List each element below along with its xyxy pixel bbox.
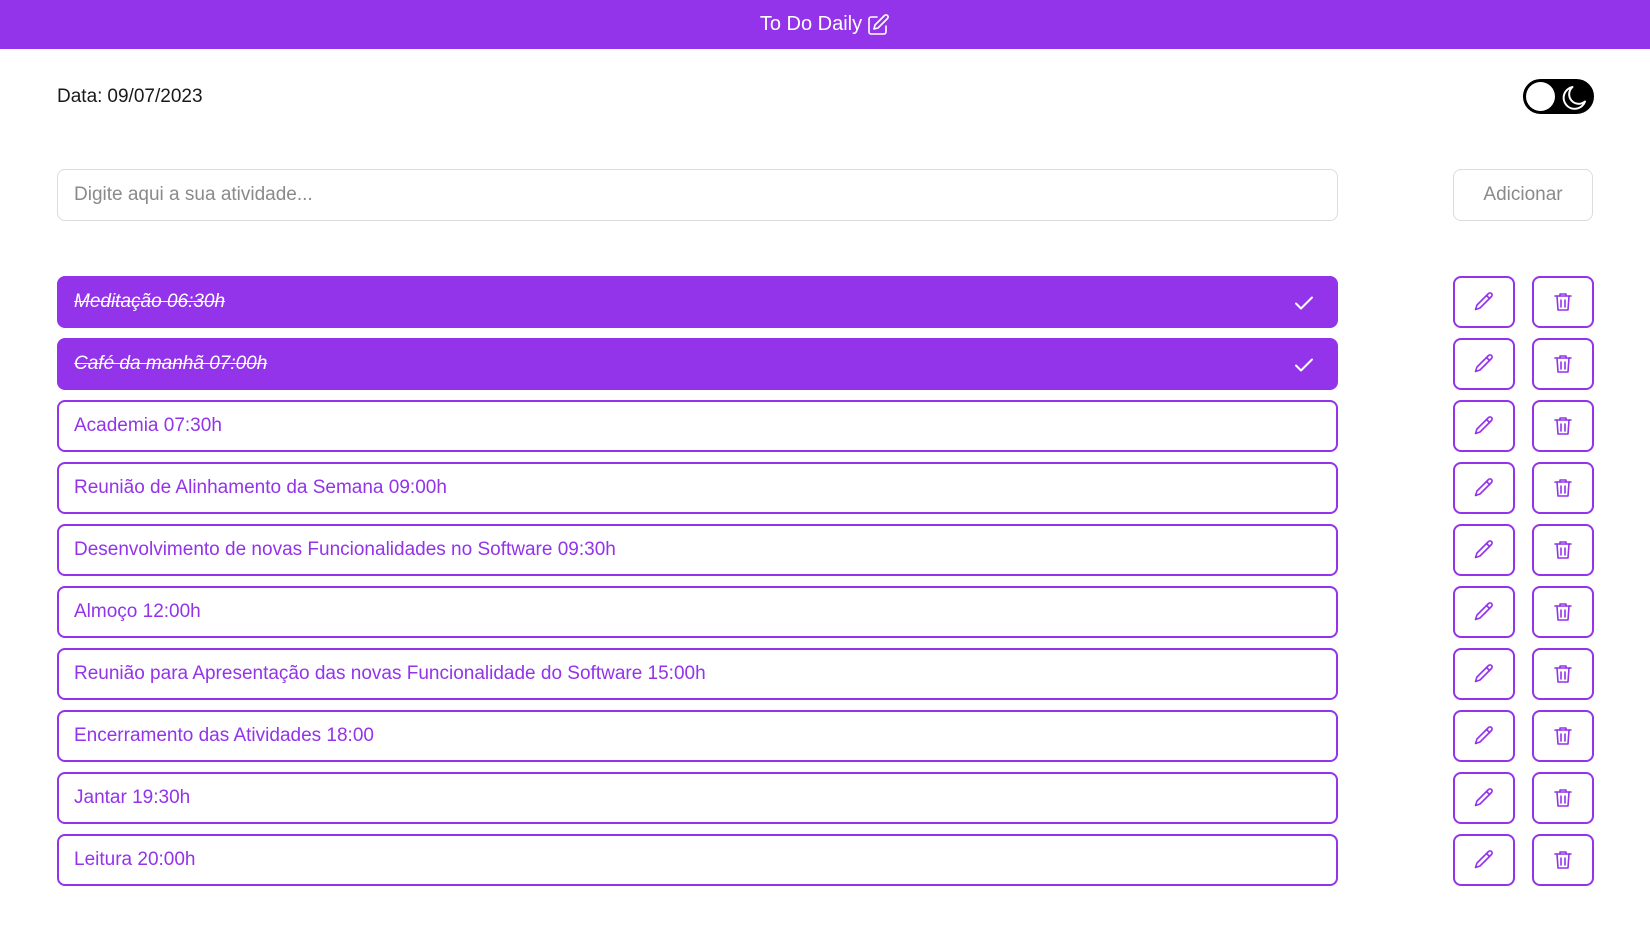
task-text: Almoço 12:00h bbox=[74, 601, 201, 622]
task-row: Reunião para Apresentação das novas Func… bbox=[57, 648, 1594, 700]
pencil-icon bbox=[1472, 600, 1496, 624]
task-text: Academia 07:30h bbox=[74, 415, 222, 436]
task-row: Leitura 20:00h bbox=[57, 834, 1594, 886]
pencil-icon bbox=[1472, 848, 1496, 872]
delete-task-button[interactable] bbox=[1532, 710, 1594, 762]
task-item[interactable]: Reunião para Apresentação das novas Func… bbox=[57, 648, 1338, 700]
task-item[interactable]: Desenvolvimento de novas Funcionalidades… bbox=[57, 524, 1338, 576]
task-row: Reunião de Alinhamento da Semana 09:00h bbox=[57, 462, 1594, 514]
delete-task-button[interactable] bbox=[1532, 462, 1594, 514]
app-title: To Do Daily bbox=[759, 13, 863, 35]
pencil-square-icon bbox=[866, 13, 890, 37]
date-label: Data: bbox=[57, 86, 103, 107]
trash-icon bbox=[1551, 414, 1575, 438]
delete-task-button[interactable] bbox=[1532, 772, 1594, 824]
trash-icon bbox=[1551, 600, 1575, 624]
delete-task-button[interactable] bbox=[1532, 834, 1594, 886]
edit-task-button[interactable] bbox=[1453, 524, 1515, 576]
trash-icon bbox=[1551, 848, 1575, 872]
edit-task-button[interactable] bbox=[1453, 462, 1515, 514]
task-item[interactable]: Almoço 12:00h bbox=[57, 586, 1338, 638]
delete-task-button[interactable] bbox=[1532, 586, 1594, 638]
add-task-button[interactable]: Adicionar bbox=[1453, 169, 1593, 221]
pencil-icon bbox=[1472, 352, 1496, 376]
edit-task-button[interactable] bbox=[1453, 276, 1515, 328]
pencil-icon bbox=[1472, 724, 1496, 748]
trash-icon bbox=[1551, 786, 1575, 810]
edit-task-button[interactable] bbox=[1453, 834, 1515, 886]
delete-task-button[interactable] bbox=[1532, 648, 1594, 700]
task-item[interactable]: Jantar 19:30h bbox=[57, 772, 1338, 824]
task-text: Desenvolvimento de novas Funcionalidades… bbox=[74, 539, 616, 560]
task-input[interactable] bbox=[57, 169, 1338, 221]
moon-icon bbox=[1562, 86, 1586, 110]
task-row: Encerramento das Atividades 18:00 bbox=[57, 710, 1594, 762]
check-icon bbox=[1292, 291, 1316, 315]
toggle-knob bbox=[1526, 82, 1555, 111]
pencil-icon bbox=[1472, 786, 1496, 810]
task-row: Café da manhã 07:00h bbox=[57, 338, 1594, 390]
app-header: To Do Daily bbox=[0, 0, 1650, 49]
delete-task-button[interactable] bbox=[1532, 338, 1594, 390]
task-item[interactable]: Reunião de Alinhamento da Semana 09:00h bbox=[57, 462, 1338, 514]
edit-task-button[interactable] bbox=[1453, 648, 1515, 700]
delete-task-button[interactable] bbox=[1532, 524, 1594, 576]
task-text: Meditação 06:30h bbox=[74, 291, 226, 312]
task-text: Jantar 19:30h bbox=[74, 787, 191, 808]
trash-icon bbox=[1551, 538, 1575, 562]
task-row: Meditação 06:30h bbox=[57, 276, 1594, 328]
trash-icon bbox=[1551, 352, 1575, 376]
trash-icon bbox=[1551, 662, 1575, 686]
task-text: Encerramento das Atividades 18:00 bbox=[74, 725, 374, 746]
edit-task-button[interactable] bbox=[1453, 772, 1515, 824]
task-text: Reunião de Alinhamento da Semana 09:00h bbox=[74, 477, 447, 498]
task-list: Meditação 06:30h Café da manhã 07:00h Acad… bbox=[57, 276, 1594, 896]
date-value: 09/07/2023 bbox=[107, 86, 203, 107]
task-row: Almoço 12:00h bbox=[57, 586, 1594, 638]
pencil-icon bbox=[1472, 538, 1496, 562]
current-date: Data: 09/07/2023 bbox=[57, 86, 203, 108]
task-item[interactable]: Leitura 20:00h bbox=[57, 834, 1338, 886]
task-item[interactable]: Café da manhã 07:00h bbox=[57, 338, 1338, 390]
edit-task-button[interactable] bbox=[1453, 400, 1515, 452]
task-text: Café da manhã 07:00h bbox=[74, 353, 268, 374]
trash-icon bbox=[1551, 724, 1575, 748]
trash-icon bbox=[1551, 290, 1575, 314]
task-row: Desenvolvimento de novas Funcionalidades… bbox=[57, 524, 1594, 576]
delete-task-button[interactable] bbox=[1532, 400, 1594, 452]
delete-task-button[interactable] bbox=[1532, 276, 1594, 328]
theme-toggle[interactable] bbox=[1523, 79, 1594, 114]
task-row: Academia 07:30h bbox=[57, 400, 1594, 452]
task-item[interactable]: Academia 07:30h bbox=[57, 400, 1338, 452]
edit-task-button[interactable] bbox=[1453, 710, 1515, 762]
pencil-icon bbox=[1472, 476, 1496, 500]
task-text: Reunião para Apresentação das novas Func… bbox=[74, 663, 706, 684]
check-icon bbox=[1292, 353, 1316, 377]
edit-task-button[interactable] bbox=[1453, 586, 1515, 638]
task-row: Jantar 19:30h bbox=[57, 772, 1594, 824]
pencil-icon bbox=[1472, 662, 1496, 686]
edit-task-button[interactable] bbox=[1453, 338, 1515, 390]
task-text: Leitura 20:00h bbox=[74, 849, 196, 870]
task-item[interactable]: Meditação 06:30h bbox=[57, 276, 1338, 328]
pencil-icon bbox=[1472, 290, 1496, 314]
trash-icon bbox=[1551, 476, 1575, 500]
pencil-icon bbox=[1472, 414, 1496, 438]
task-item[interactable]: Encerramento das Atividades 18:00 bbox=[57, 710, 1338, 762]
